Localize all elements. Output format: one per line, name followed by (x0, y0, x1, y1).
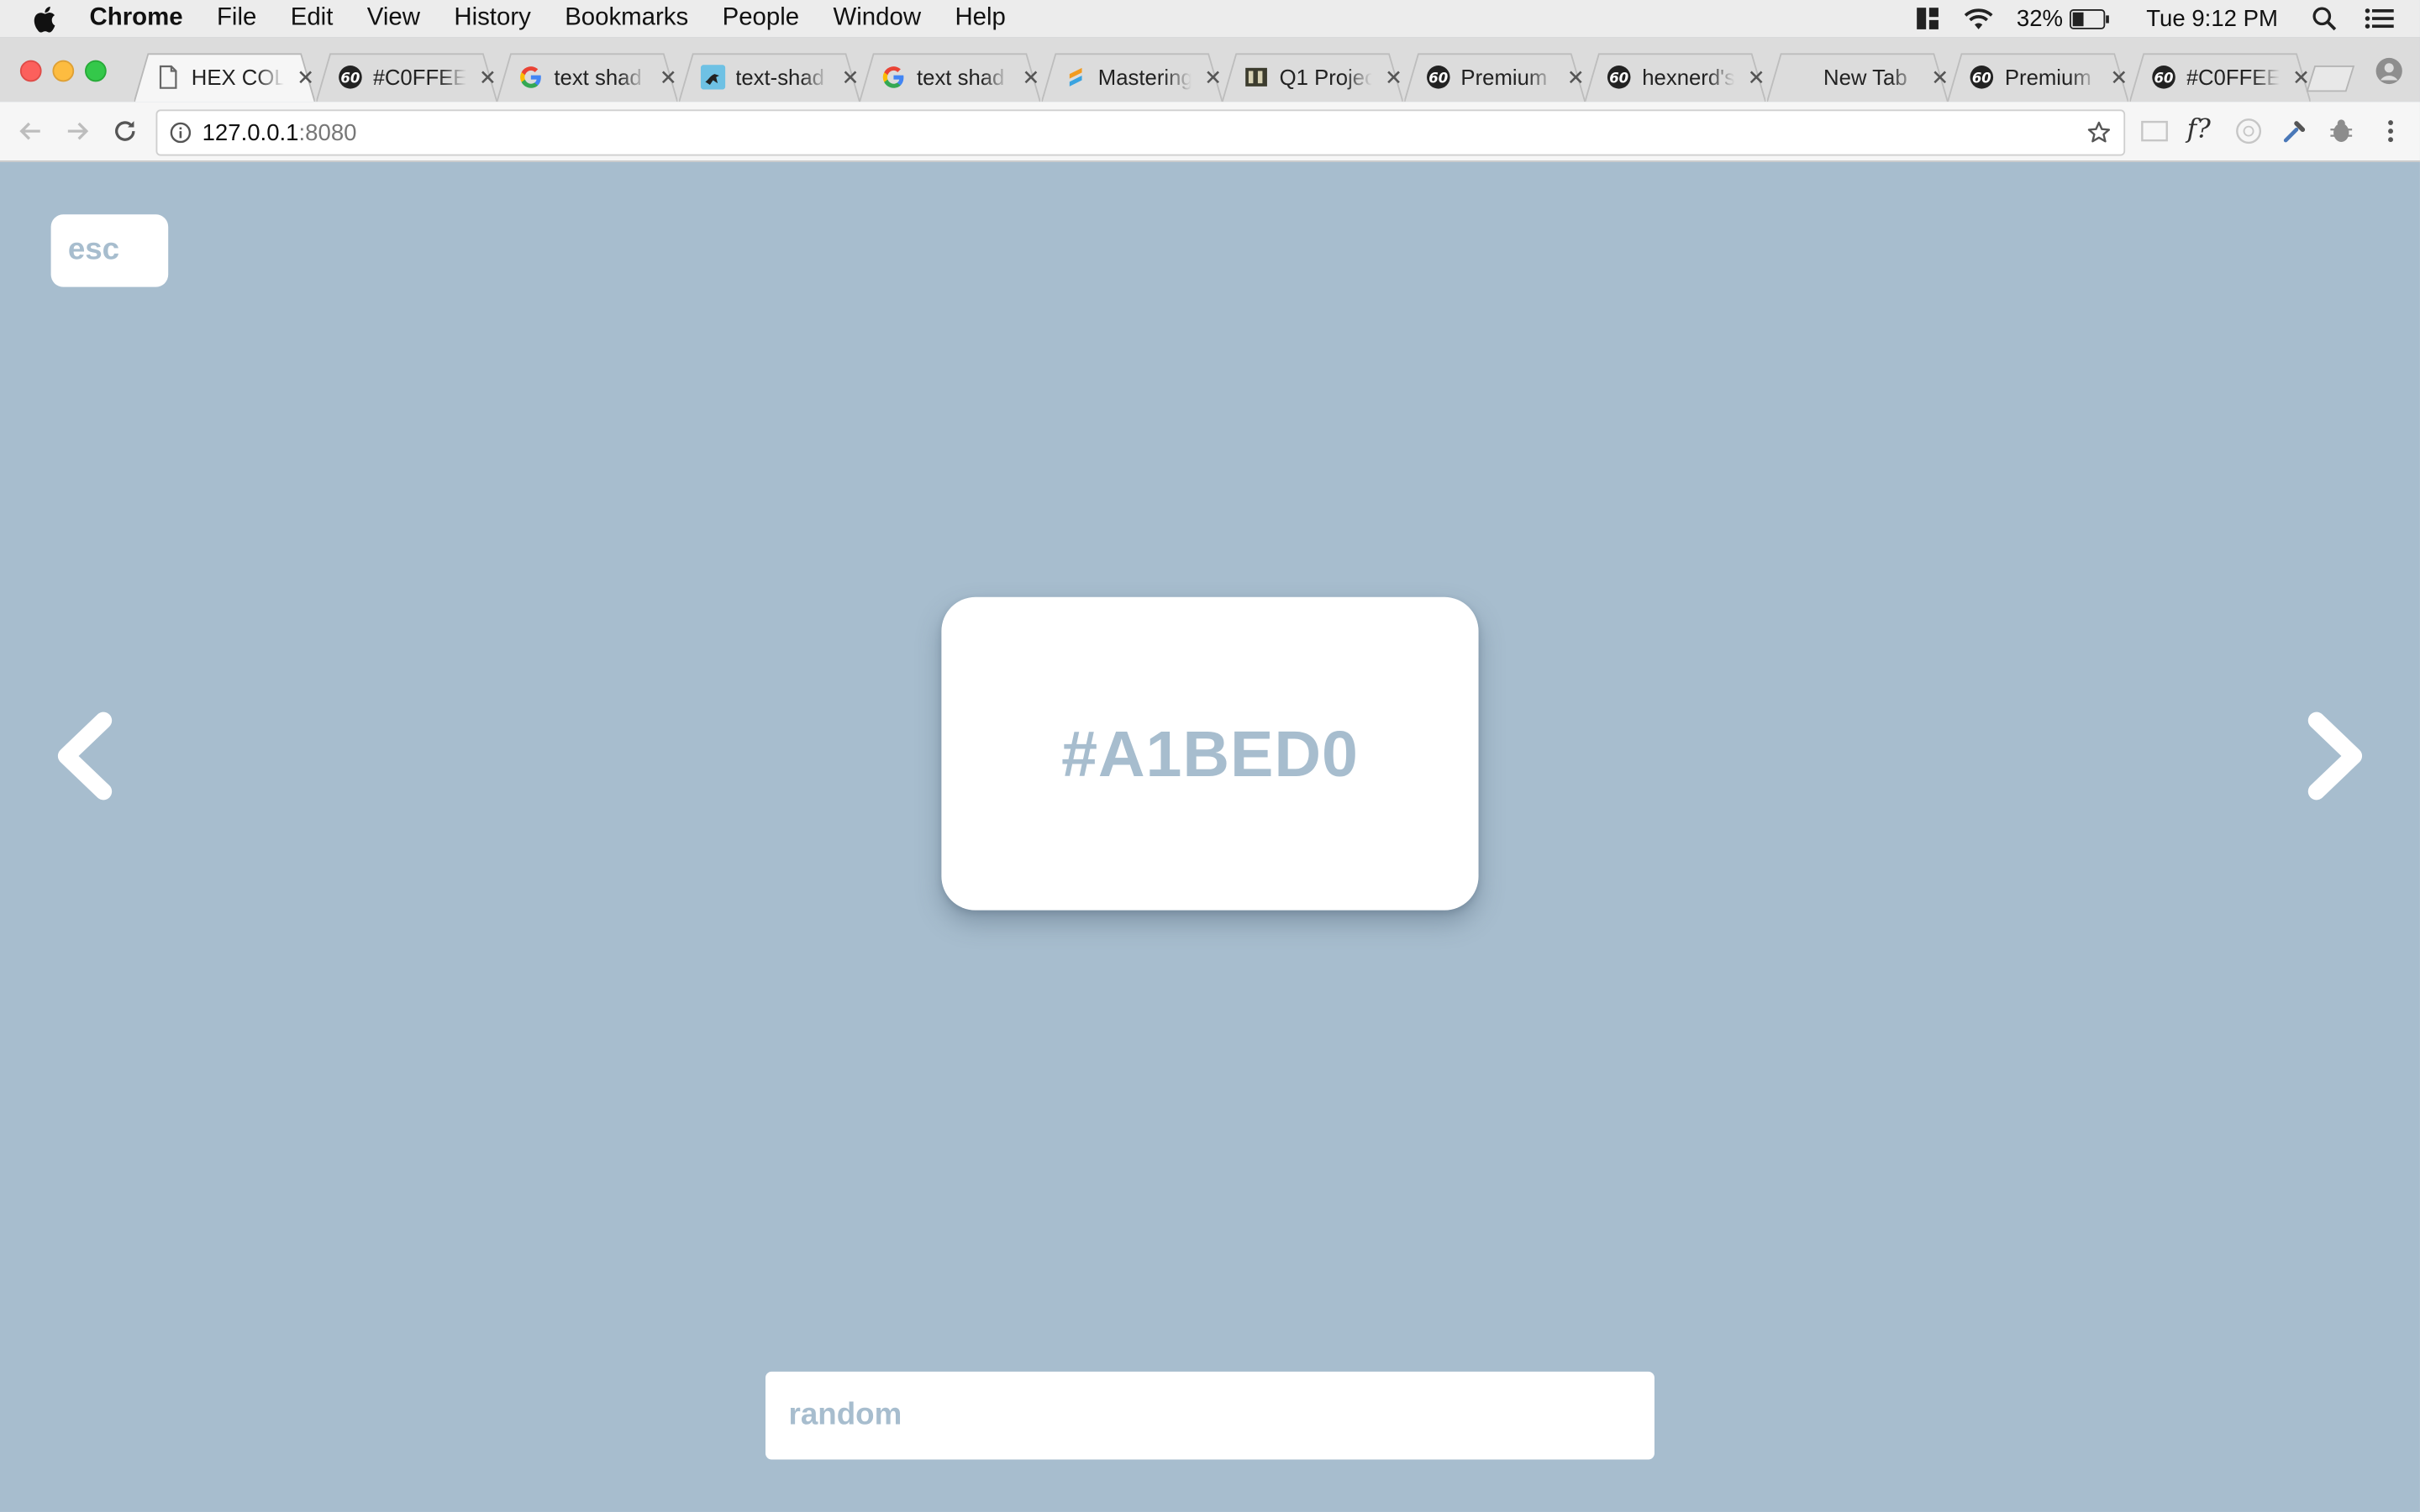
new-tab-button[interactable] (2306, 65, 2355, 92)
sixty-icon: 60 (2151, 66, 2175, 89)
close-icon[interactable] (660, 70, 676, 85)
tab-title: hexnerd's (1642, 65, 1735, 90)
menu-history[interactable]: History (454, 5, 530, 33)
tab-9[interactable]: 60 hexnerd's (1585, 52, 1766, 102)
cast-extension-icon[interactable] (2141, 118, 2169, 145)
site-info-icon[interactable] (170, 122, 192, 144)
document-icon (159, 65, 177, 89)
close-icon[interactable] (842, 70, 857, 85)
notification-center-icon[interactable] (2365, 6, 2396, 30)
tab-title: text shad (916, 65, 1005, 90)
close-icon[interactable] (1932, 70, 1947, 85)
close-icon[interactable] (1567, 70, 1582, 85)
close-icon[interactable] (1205, 70, 1220, 85)
menu-view[interactable]: View (367, 5, 420, 33)
tab-2[interactable]: 60 #C0FFEE (315, 52, 497, 102)
browser-tab-strip: HEX COL 60 #C0FFEE text shad text-shad text s… (0, 37, 2420, 102)
close-icon[interactable] (1386, 70, 1401, 85)
menu-people[interactable]: People (723, 5, 800, 33)
tab-title: Q1 Projec (1279, 65, 1372, 90)
tab-title: Premium (2004, 65, 2091, 90)
reload-icon[interactable] (109, 116, 140, 147)
tab-title: New Tab (1823, 65, 1907, 90)
tab-title: Mastering (1097, 65, 1192, 90)
url-port: :8080 (298, 119, 357, 146)
sixty-icon: 60 (1426, 66, 1449, 89)
menu-file[interactable]: File (217, 5, 256, 33)
tab-title: HEX COL (191, 65, 284, 90)
apple-logo-icon[interactable] (34, 5, 55, 32)
tab-title: #C0FFEE (2186, 65, 2279, 90)
window-minimize-button[interactable] (52, 60, 75, 82)
address-bar[interactable]: 127.0.0.1:8080 (155, 109, 2126, 156)
bird-icon (699, 65, 725, 90)
tab-title: text shad (554, 65, 642, 90)
tab-12[interactable]: 60 #C0FFEE (2128, 52, 2310, 102)
tab-4[interactable]: text-shad (678, 52, 860, 102)
bookmark-star-icon[interactable] (2086, 120, 2111, 144)
tab-title: text-shad (735, 65, 824, 90)
profile-avatar-icon[interactable] (2375, 57, 2403, 85)
tab-8[interactable]: 60 Premium (1403, 52, 1585, 102)
tab-11[interactable]: 60 Premium (1947, 52, 2128, 102)
google-icon (882, 66, 904, 88)
sixty-icon: 60 (338, 66, 361, 89)
tab-6[interactable]: Mastering (1040, 52, 1222, 102)
tab-10[interactable]: New Tab (1766, 52, 1947, 102)
macos-menu-bar: Chrome File Edit View History Bookmarks … (0, 0, 2420, 38)
tab-3[interactable]: text shad (497, 52, 678, 102)
svg-text:60: 60 (1609, 70, 1628, 86)
svg-text:60: 60 (2154, 70, 2173, 86)
layout-app-icon[interactable] (1915, 6, 1939, 30)
browser-toolbar: 127.0.0.1:8080 f? (0, 102, 2420, 162)
bug-extension-icon[interactable] (2328, 118, 2355, 145)
hex-code-label: #A1BED0 (1061, 717, 1359, 790)
chrome-menu-icon[interactable] (2377, 118, 2405, 145)
close-icon[interactable] (479, 70, 494, 85)
eyedropper-extension-icon[interactable] (2281, 118, 2309, 145)
battery-icon[interactable] (2069, 8, 2109, 29)
battery-percent: 32% (2016, 5, 2064, 32)
font-extension-icon[interactable]: f? (2187, 114, 2211, 145)
menu-bookmarks[interactable]: Bookmarks (565, 5, 688, 33)
tab-7[interactable]: Q1 Projec (1222, 52, 1403, 102)
menu-bar-status-area: 32% Tue 9:12 PM (1915, 0, 2420, 37)
svg-text:60: 60 (340, 70, 360, 86)
svg-text:60: 60 (1428, 70, 1447, 86)
sixty-icon: 60 (1607, 66, 1631, 89)
tab-title: #C0FFEE (372, 65, 466, 90)
menu-clock[interactable]: Tue 9:12 PM (2146, 5, 2278, 31)
url-host: 127.0.0.1 (202, 119, 299, 146)
menu-app-name[interactable]: Chrome (90, 5, 183, 33)
forward-arrow-icon[interactable] (61, 116, 92, 147)
svg-text:60: 60 (1972, 70, 1991, 86)
tab-5[interactable]: text shad (860, 52, 1040, 102)
tab-no-icon (1788, 65, 1812, 89)
spotlight-search-icon[interactable] (2312, 6, 2337, 31)
wifi-icon[interactable] (1961, 6, 1995, 30)
chevron-left-icon[interactable] (51, 708, 119, 804)
tab-1[interactable]: HEX COL (134, 52, 315, 102)
screen: Chrome File Edit View History Bookmarks … (0, 0, 2420, 1512)
random-input[interactable] (765, 1371, 1655, 1460)
close-icon[interactable] (1749, 70, 1764, 85)
tab-title: Premium (1460, 65, 1548, 90)
menu-edit[interactable]: Edit (291, 5, 334, 33)
circle-extension-icon[interactable] (2235, 118, 2263, 145)
sixty-icon: 60 (1970, 66, 1994, 89)
book-icon (1245, 67, 1267, 87)
close-icon[interactable] (297, 70, 313, 85)
back-arrow-icon[interactable] (15, 116, 46, 147)
chevron-right-icon[interactable] (2302, 708, 2370, 804)
window-maximize-button[interactable] (85, 60, 107, 82)
window-close-button[interactable] (19, 60, 42, 82)
google-icon (520, 66, 541, 88)
menu-help[interactable]: Help (955, 5, 1005, 33)
menu-window[interactable]: Window (834, 5, 922, 33)
close-icon[interactable] (1023, 70, 1039, 85)
hex-color-card: #A1BED0 (941, 596, 1479, 911)
esc-button[interactable]: esc (50, 214, 169, 287)
sublime-icon (1068, 67, 1081, 87)
close-icon[interactable] (2112, 70, 2127, 85)
